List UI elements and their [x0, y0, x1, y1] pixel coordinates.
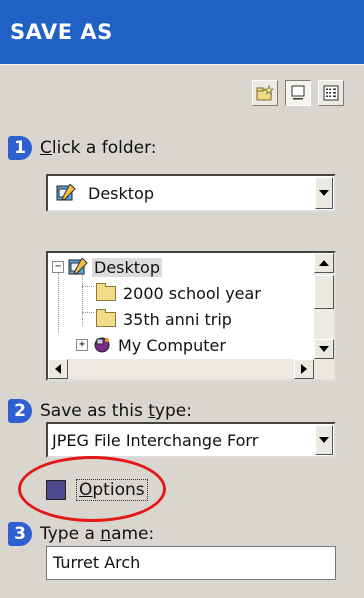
tree-guide-line — [82, 286, 94, 287]
desktop-icon — [68, 258, 88, 275]
desktop-icon — [56, 184, 76, 201]
tree-guide-line — [82, 273, 83, 326]
tree-guide-line — [58, 273, 59, 333]
tree-horizontal-scrollbar[interactable] — [48, 359, 314, 379]
step-3-label-mnemonic: n — [100, 524, 112, 544]
step-2-badge: 2 — [8, 399, 32, 423]
new-folder-button[interactable] — [252, 80, 278, 106]
scrollbar-corner — [314, 359, 334, 379]
window-title-bar: SAVE AS — [0, 0, 364, 65]
folder-icon — [96, 308, 116, 327]
collapse-icon[interactable]: − — [52, 261, 64, 273]
large-icons-view-button[interactable] — [285, 80, 311, 106]
step-2-header: 2 Save as this type: — [8, 399, 192, 423]
my-computer-icon — [94, 337, 110, 353]
tree-item-label: 2000 school year — [123, 283, 261, 303]
step-2-label-mnemonic: t — [148, 401, 155, 421]
arrow-up-icon — [319, 260, 329, 266]
tree-item-label: Desktop — [92, 257, 162, 277]
arrow-down-icon — [319, 346, 329, 352]
step-1-header: 1 Click a folder: — [8, 136, 157, 160]
tree-item-2000-school-year[interactable]: 2000 school year — [96, 280, 263, 306]
tree-vertical-scrollbar[interactable] — [314, 253, 334, 359]
step-2-label-pre: Save as this — [40, 401, 149, 421]
chevron-down-icon — [319, 190, 329, 196]
scroll-right-button[interactable] — [294, 359, 314, 379]
tree-item-my-computer[interactable]: + My Computer — [76, 332, 228, 358]
details-view-button[interactable] — [318, 80, 344, 106]
step-3-label-pre: Type a — [40, 524, 101, 544]
large-icons-view-icon — [291, 85, 305, 100]
chevron-down-icon — [319, 437, 329, 443]
arrow-left-icon — [55, 364, 61, 374]
new-folder-icon — [256, 85, 274, 101]
step-3-label: Type a name: — [40, 524, 154, 544]
step-1-label-rest: lick a folder: — [51, 138, 157, 158]
file-type-combobox-value: JPEG File Interchange Forr — [52, 430, 259, 450]
tree-item-label: 35th anni trip — [123, 309, 232, 329]
file-type-combobox[interactable]: JPEG File Interchange Forr — [46, 422, 336, 458]
folder-combobox-dropdown-button[interactable] — [315, 177, 333, 209]
step-2-label-post: ype: — [154, 401, 192, 421]
file-type-dropdown-button[interactable] — [315, 425, 333, 455]
step-3-header: 3 Type a name: — [8, 522, 154, 546]
scroll-thumb[interactable] — [314, 275, 334, 309]
step-1-label: Click a folder: — [40, 138, 157, 158]
arrow-right-icon — [301, 364, 307, 374]
step-2-label: Save as this type: — [40, 401, 192, 421]
folder-tree[interactable]: − Desktop 2000 school year 35th anni tri… — [46, 251, 336, 381]
details-view-icon — [323, 85, 339, 101]
folder-combobox[interactable]: Desktop — [46, 174, 336, 212]
title-separator — [0, 64, 364, 65]
step-1-badge: 1 — [8, 136, 32, 160]
tree-item-label: My Computer — [118, 335, 226, 355]
view-toolbar — [252, 80, 344, 106]
highlight-annotation-ellipse — [18, 456, 166, 522]
tree-item-35th-anni-trip[interactable]: 35th anni trip — [96, 306, 234, 332]
step-3-label-post: ame: — [111, 524, 155, 544]
scroll-up-button[interactable] — [314, 253, 334, 273]
tree-item-desktop[interactable]: − Desktop — [52, 254, 162, 280]
scroll-down-button[interactable] — [314, 339, 334, 359]
folder-icon — [96, 282, 116, 301]
step-3-badge: 3 — [8, 522, 32, 546]
expand-icon[interactable]: + — [76, 339, 88, 351]
scroll-left-button[interactable] — [48, 359, 68, 379]
step-1-label-mnemonic: C — [40, 138, 52, 158]
tree-guide-line — [82, 312, 94, 313]
folder-combobox-value: Desktop — [88, 183, 154, 203]
window-title: SAVE AS — [10, 20, 113, 44]
file-name-input[interactable]: Turret Arch — [46, 546, 336, 580]
